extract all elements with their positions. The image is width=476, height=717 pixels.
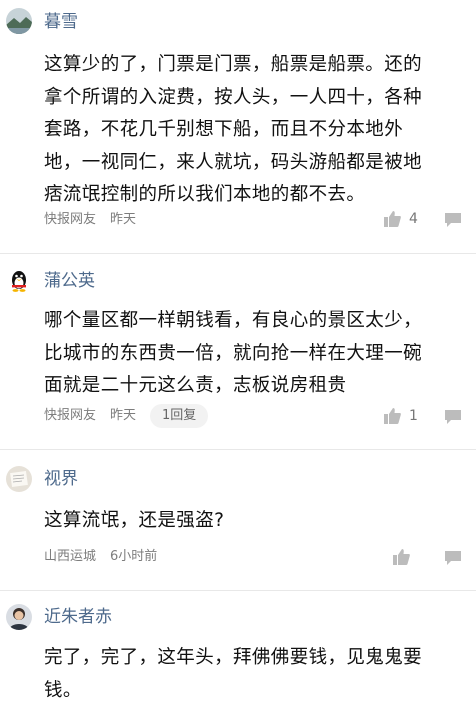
avatar[interactable] <box>6 604 32 630</box>
comment-time: 6小时前 <box>110 549 158 564</box>
comment-icon[interactable] <box>444 550 462 566</box>
person-avatar-icon <box>6 604 32 630</box>
username[interactable]: 近朱者赤 <box>44 606 112 628</box>
username[interactable]: 蒲公英 <box>44 270 95 292</box>
like-button[interactable] <box>393 549 410 565</box>
comment-line: 套路，不花几千别想下船，而且不分本地外 <box>44 119 404 140</box>
thumbs-up-icon <box>384 211 401 227</box>
comment-line: 这算少的了，门票是门票，船票是船票。还的 <box>44 54 423 75</box>
comment-source: 快报网友 <box>44 212 97 227</box>
comment-line: 哪个量区都一样朝钱看，有良心的景区太少， <box>44 310 423 331</box>
avatar[interactable] <box>6 8 32 34</box>
like-button[interactable]: 4 <box>384 211 418 227</box>
comment-text: 完了，完了，这年头，拜佛佛要钱，见鬼鬼要 钱。 <box>44 642 458 707</box>
divider <box>0 449 476 450</box>
comment-source: 山西运城 <box>44 549 97 564</box>
document-avatar-icon <box>6 466 32 492</box>
comment-icon[interactable] <box>444 212 462 228</box>
thumbs-up-icon <box>384 408 401 424</box>
comment-line: 钱。 <box>44 679 82 701</box>
like-count: 4 <box>409 211 418 227</box>
comment-text: 这算少的了，门票是门票，船票是船票。还的 拿个所谓的入淀费，按人头，一人四十，各… <box>44 49 458 212</box>
comment-meta: 山西运城 6小时前 <box>44 548 157 566</box>
avatar[interactable] <box>6 466 32 492</box>
avatar[interactable] <box>6 268 32 294</box>
username[interactable]: 视界 <box>44 468 78 490</box>
comment-icon[interactable] <box>444 409 462 425</box>
comment-meta: 快报网友 昨天 <box>44 211 136 229</box>
comment-text: 哪个量区都一样朝钱看，有良心的景区太少， 比城市的东西贵一倍，就向抢一样在大理一… <box>44 305 458 403</box>
comment-text: 这算流氓，还是强盗? <box>44 505 458 538</box>
comment-source: 快报网友 <box>44 408 97 423</box>
comment-line: 面就是二十元这么责，志板说房租贵 <box>44 375 347 396</box>
comment-line: 完了，完了，这年头，拜佛佛要钱，见鬼鬼要 <box>44 647 423 668</box>
comment-time: 昨天 <box>110 408 137 423</box>
penguin-avatar-icon <box>6 268 32 294</box>
comment-time: 昨天 <box>110 212 137 227</box>
comment-line: 比城市的东西贵一倍，就向抢一样在大理一碗 <box>44 342 423 364</box>
comment-line: 痞流氓控制的所以我们本地的都不去。 <box>44 184 366 205</box>
divider <box>0 590 476 591</box>
comment-line: 地，一视同仁，来人就坑，码头游船都是被地 <box>44 151 423 173</box>
comment-meta: 快报网友 昨天 1回复 <box>44 404 209 428</box>
like-button[interactable]: 1 <box>384 408 418 424</box>
thumbs-up-icon <box>393 549 410 565</box>
landscape-avatar-icon <box>6 8 32 34</box>
divider <box>0 253 476 254</box>
reply-count-button[interactable]: 1回复 <box>150 404 209 428</box>
username[interactable]: 暮雪 <box>44 11 78 33</box>
like-count: 1 <box>409 408 418 424</box>
comment-line: 这算流氓，还是强盗? <box>44 510 225 531</box>
comment-line: 拿个所谓的入淀费，按人头，一人四十，各种 <box>44 86 423 108</box>
